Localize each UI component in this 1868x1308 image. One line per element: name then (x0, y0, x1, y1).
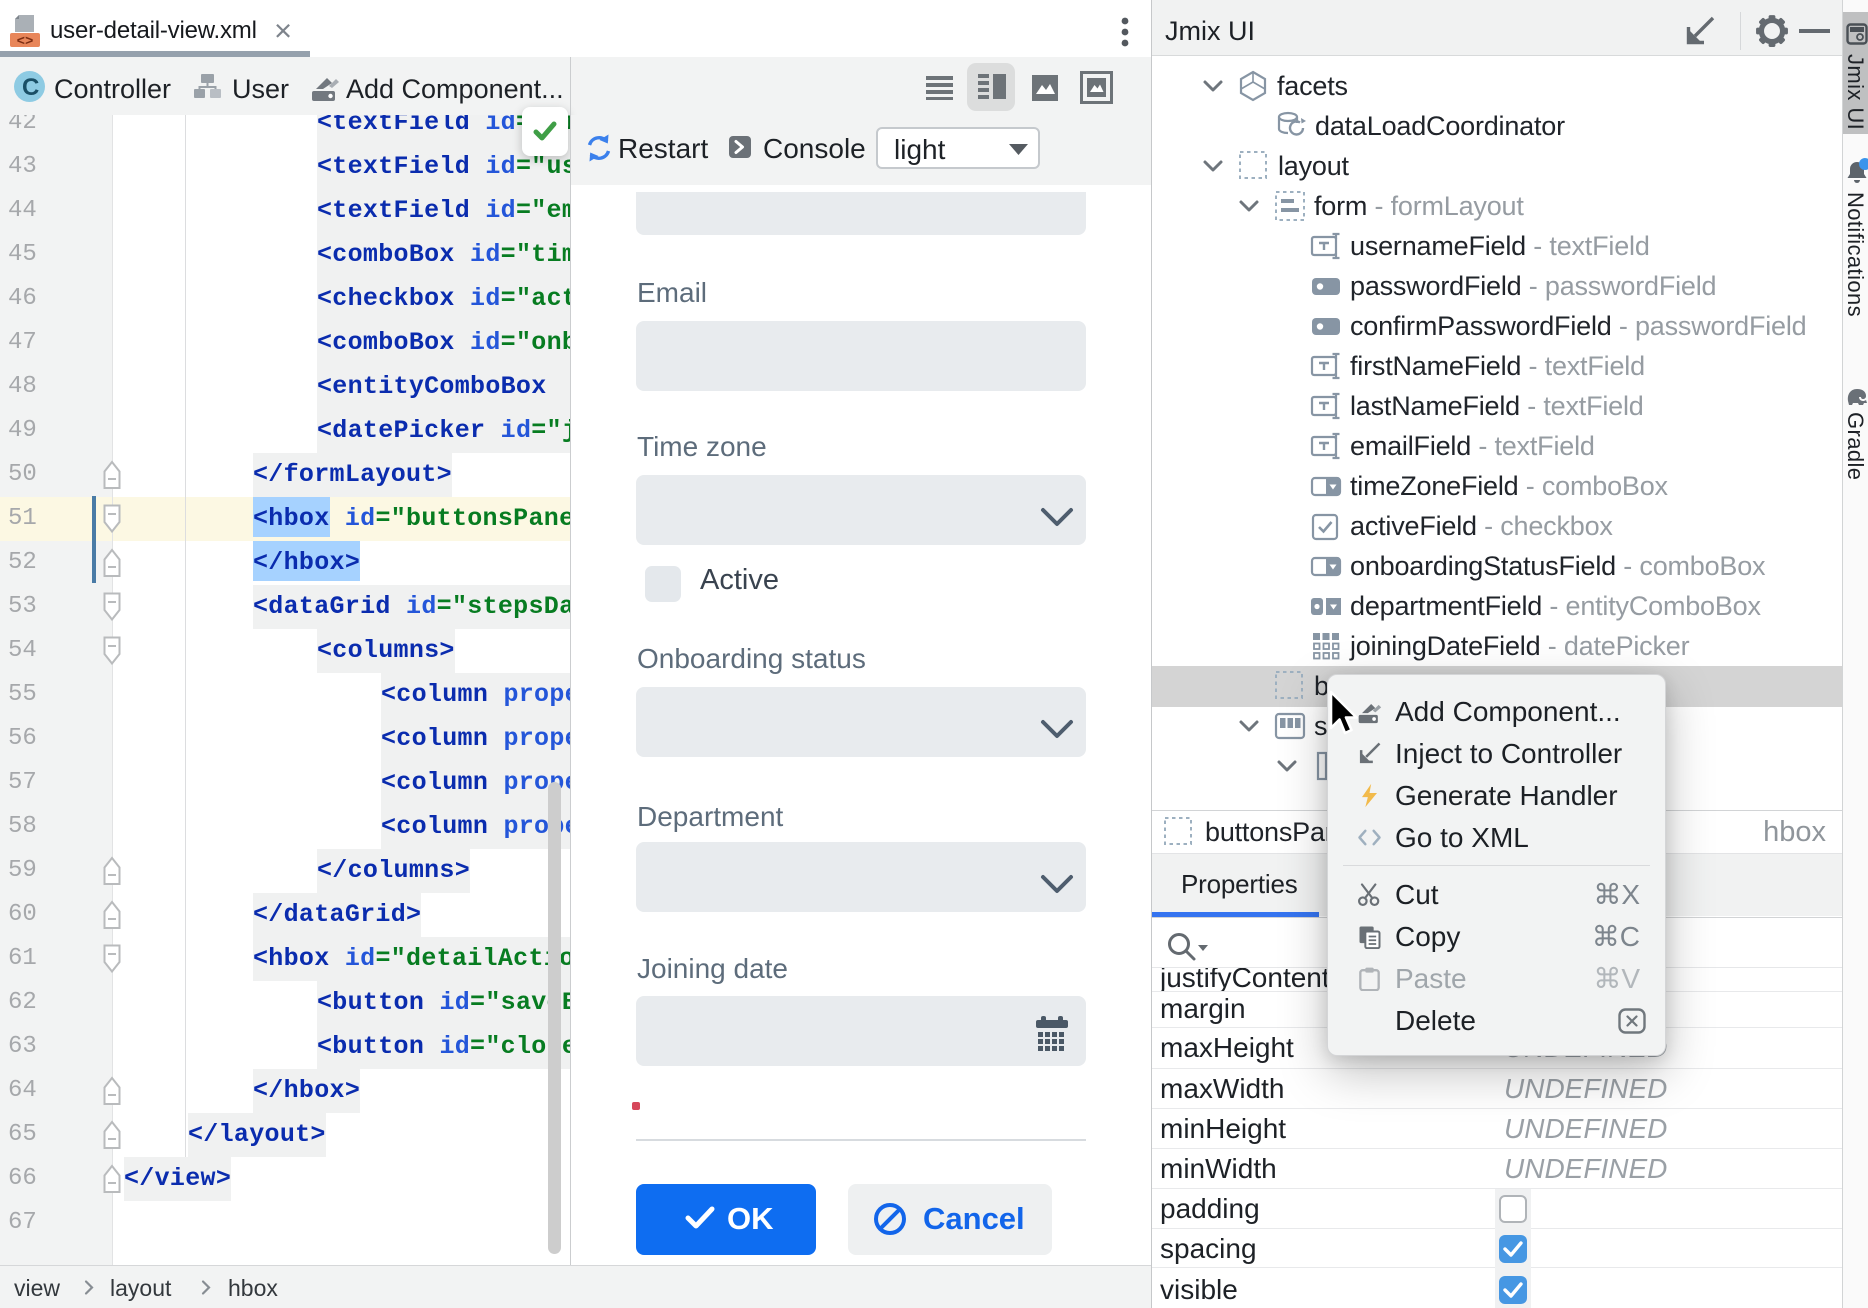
svg-text:<>: <> (17, 34, 34, 48)
